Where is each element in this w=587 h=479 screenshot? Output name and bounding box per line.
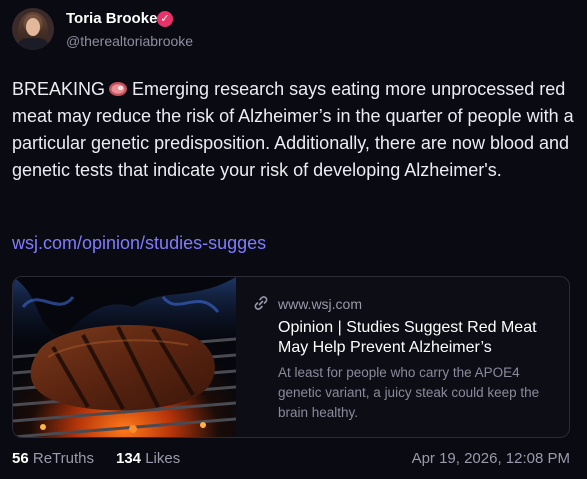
likes-count: 134 xyxy=(116,450,142,467)
post-timestamp[interactable]: Apr 19, 2026, 12:08 PM xyxy=(412,450,570,467)
retruths-stat[interactable]: 56 ReTruths xyxy=(12,450,94,467)
likes-stat[interactable]: 134 Likes xyxy=(116,450,180,467)
avatar-face xyxy=(26,18,40,36)
post-text: BREAKING Emerging research says eating mo… xyxy=(12,76,577,184)
display-name[interactable]: Toria Brooke xyxy=(66,10,157,27)
user-handle[interactable]: @therealtoriabrooke xyxy=(66,33,193,49)
avatar[interactable] xyxy=(12,8,54,50)
avatar-shirt xyxy=(18,38,48,50)
post-container: Toria Brooke ✓ @therealtoriabrooke BREAK… xyxy=(0,0,587,479)
likes-label: Likes xyxy=(145,450,181,467)
grilled-steak-image xyxy=(13,277,236,437)
post-prefix: BREAKING xyxy=(12,79,106,99)
link-preview-card[interactable]: www.wsj.com Opinion | Studies Suggest Re… xyxy=(12,276,570,438)
card-description: At least for people who carry the APOE4 … xyxy=(278,365,540,420)
post-link[interactable]: wsj.com/opinion/studies-sugges xyxy=(12,233,266,254)
link-icon xyxy=(254,296,268,310)
verified-check-icon: ✓ xyxy=(157,11,173,27)
retruths-label: ReTruths xyxy=(32,450,94,467)
retruths-count: 56 xyxy=(12,450,29,467)
card-title: Opinion | Studies Suggest Red Meat May H… xyxy=(278,319,537,356)
steak-emoji xyxy=(109,82,128,96)
card-domain: www.wsj.com xyxy=(278,296,363,312)
